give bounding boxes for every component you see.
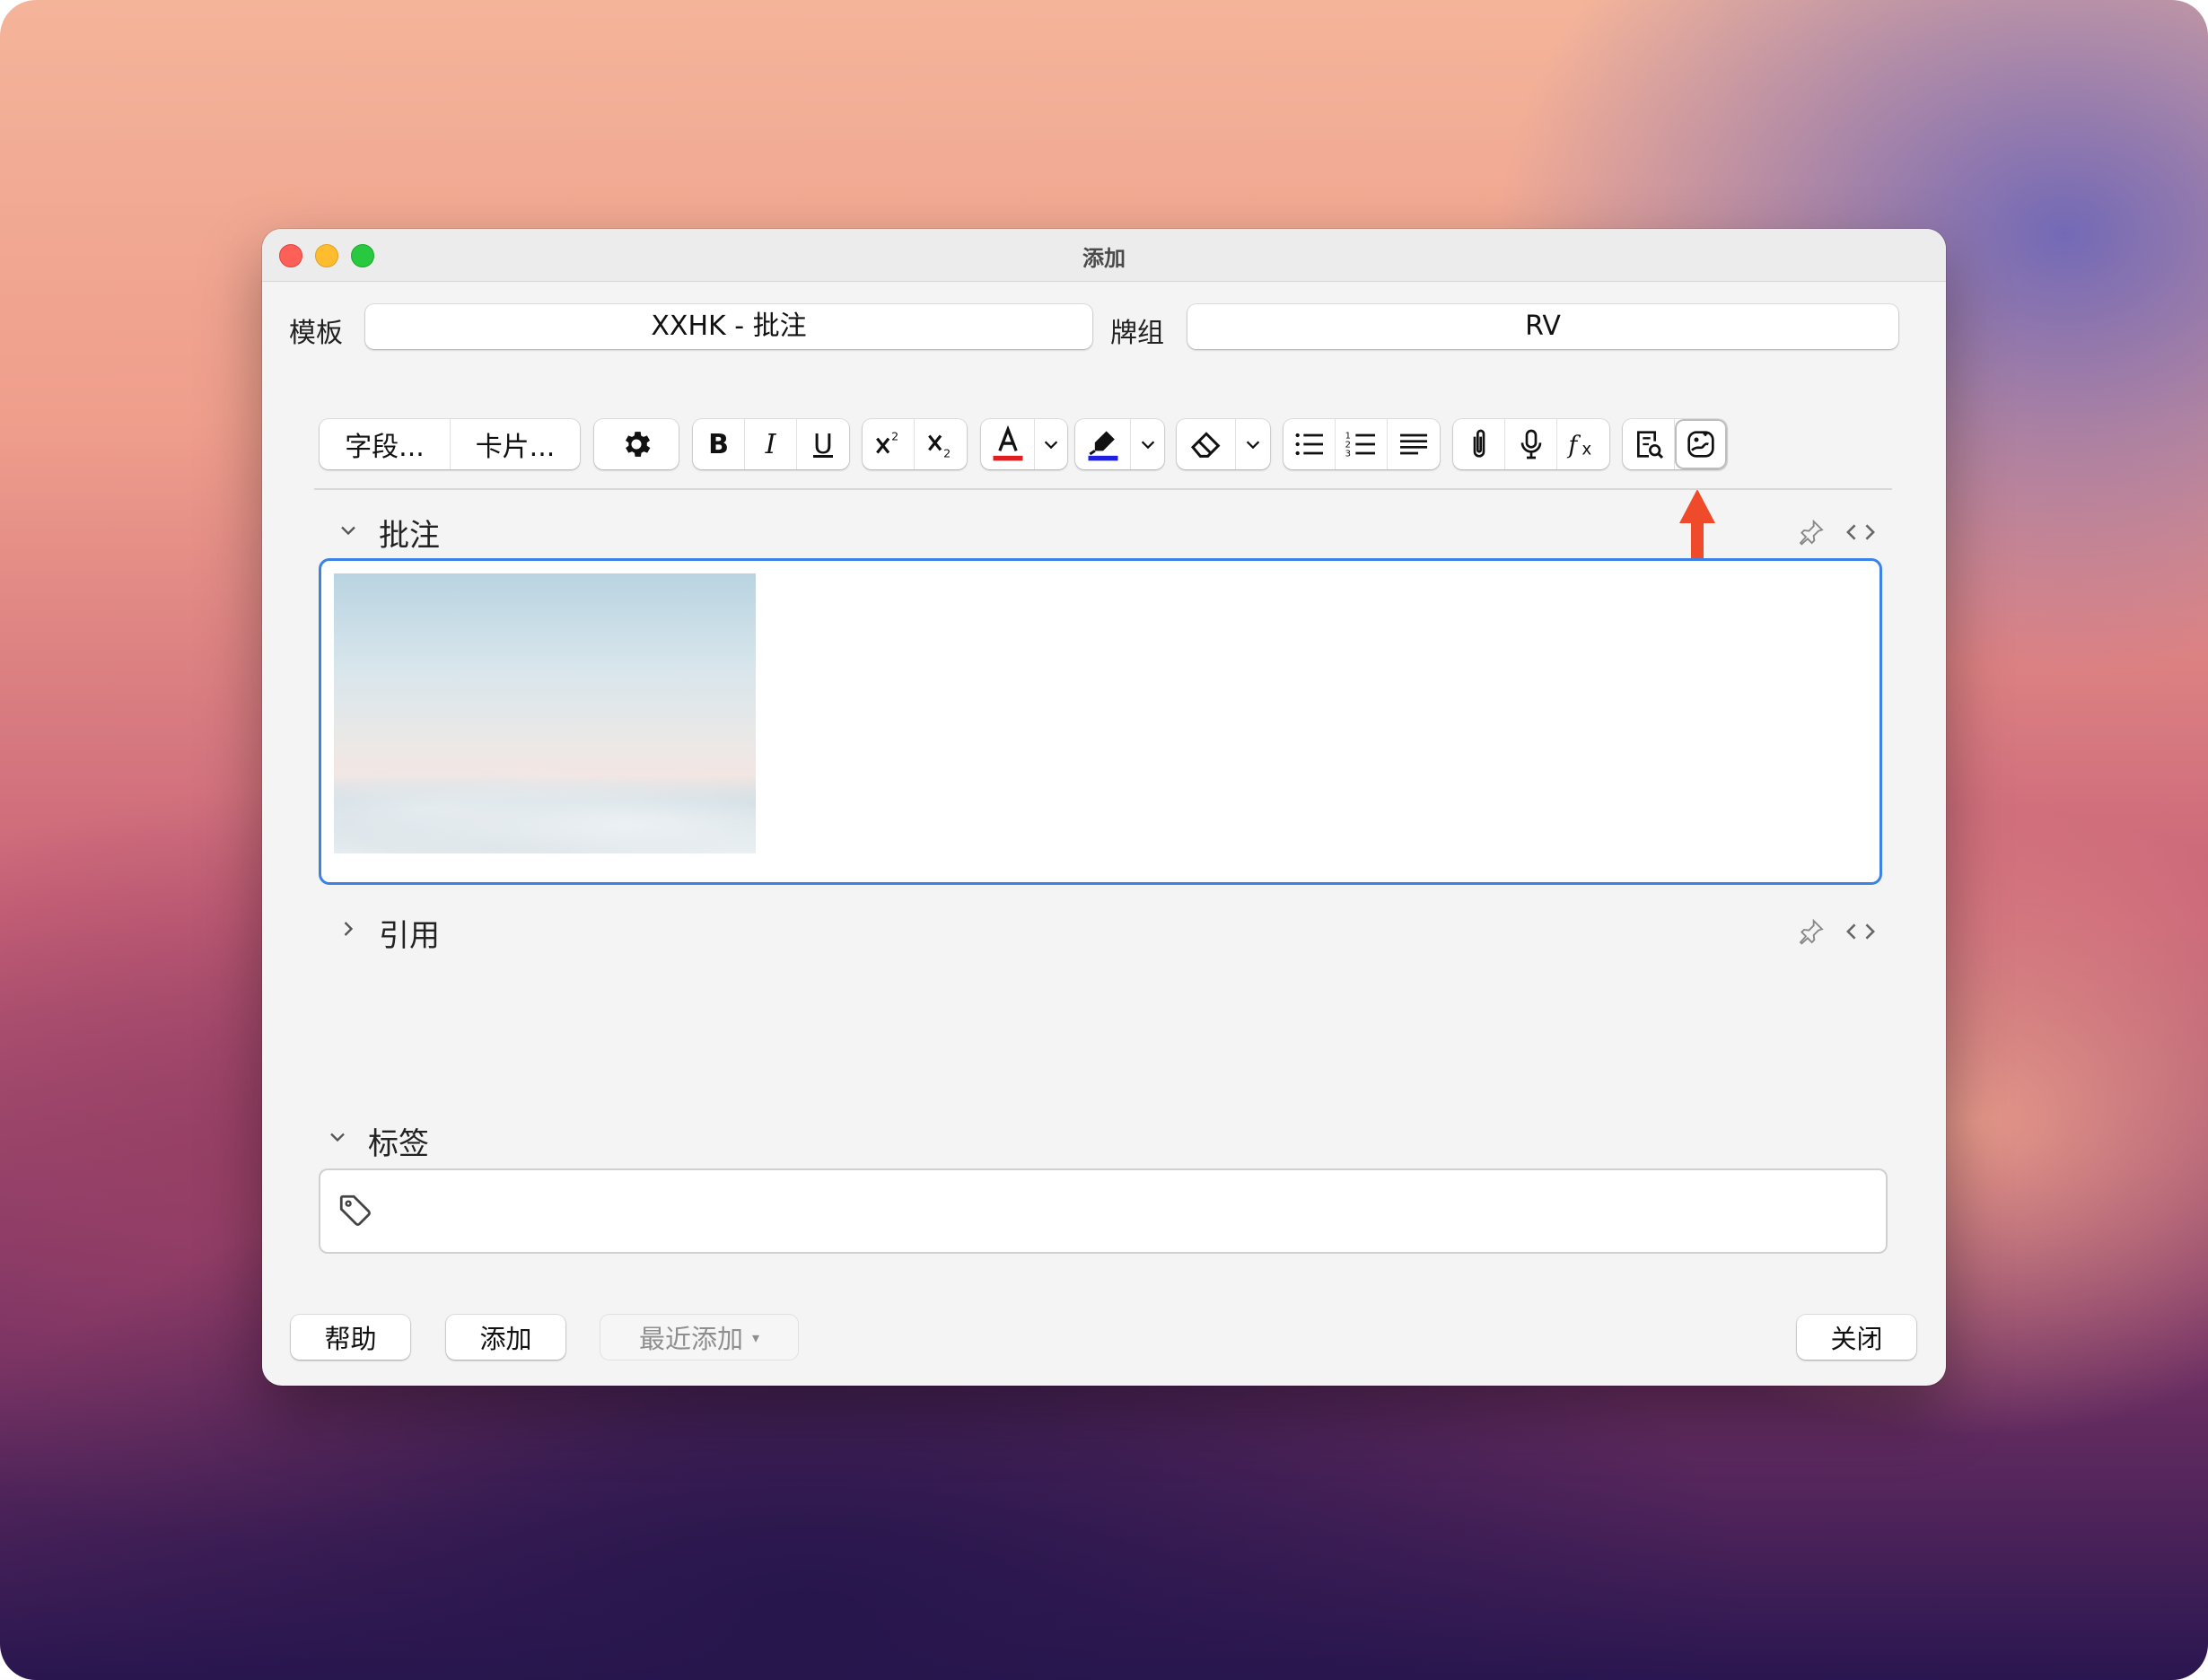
- paperclip-icon: [1473, 429, 1485, 458]
- window-title: 添加: [1082, 246, 1126, 271]
- html-preview-button[interactable]: [1623, 419, 1675, 469]
- clear-format-group: [1177, 419, 1270, 469]
- deck-selector[interactable]: RV: [1187, 304, 1898, 349]
- image-occlusion-button[interactable]: [1675, 419, 1727, 469]
- bullet-list-icon: [1295, 433, 1323, 456]
- field-collapse-chevron-icon[interactable]: [336, 518, 361, 543]
- subscript-icon: 2: [928, 434, 951, 459]
- tag-icon: [339, 1194, 371, 1226]
- history-label: 最近添加: [638, 1324, 743, 1354]
- attach-button[interactable]: [1453, 419, 1505, 469]
- fields-button[interactable]: 字段...: [320, 419, 451, 469]
- highlight-dropdown[interactable]: [1131, 419, 1164, 469]
- close-button[interactable]: 关闭: [1797, 1315, 1916, 1360]
- subscript-button[interactable]: 2: [915, 419, 967, 469]
- text-style-group: B I U: [693, 419, 849, 469]
- superscript-button[interactable]: 2: [863, 419, 915, 469]
- clear-formatting-button[interactable]: [1177, 419, 1236, 469]
- list-group: 1 2 3: [1284, 419, 1440, 469]
- microphone-icon: [1520, 429, 1541, 459]
- field-expand-chevron-icon[interactable]: [336, 916, 361, 941]
- fields-cards-group: 字段... 卡片...: [320, 419, 580, 469]
- text-color-icon: [993, 424, 1022, 461]
- cloud-image: [334, 573, 756, 853]
- gear-icon: [625, 432, 651, 457]
- record-audio-button[interactable]: [1505, 419, 1557, 469]
- field-label-annotation: 批注: [379, 518, 440, 554]
- settings-button[interactable]: [594, 419, 679, 469]
- history-button[interactable]: 最近添加 ▾: [600, 1315, 798, 1360]
- chevron-down-icon: [1141, 441, 1154, 450]
- html-editor-toggle-icon[interactable]: [1844, 917, 1877, 946]
- add-note-window: 添加 模板 XXHK - 批注 牌组 RV 字段... 卡片... B I U: [262, 229, 1946, 1386]
- image-occlusion-icon: [1687, 431, 1714, 458]
- alignment-button[interactable]: [1388, 419, 1440, 469]
- note-type-selector[interactable]: XXHK - 批注: [365, 304, 1092, 349]
- title-bar: 添加: [262, 229, 1946, 282]
- extra-group: [1623, 419, 1727, 469]
- superscript-icon: 2: [875, 429, 898, 454]
- tags-input[interactable]: [319, 1168, 1888, 1254]
- text-color-button[interactable]: [981, 419, 1035, 469]
- eraser-icon: [1190, 432, 1220, 458]
- highlighter-icon: [1088, 431, 1117, 461]
- script-group: 2 2: [863, 419, 967, 469]
- tags-label: 标签: [368, 1126, 429, 1162]
- pin-icon[interactable]: [1797, 917, 1826, 946]
- chevron-down-icon: [1044, 441, 1058, 450]
- html-editor-toggle-icon[interactable]: [1844, 518, 1877, 547]
- svg-text:x: x: [1582, 441, 1591, 459]
- pin-icon[interactable]: [1797, 518, 1826, 547]
- ordered-list-button[interactable]: 1 2 3: [1336, 419, 1388, 469]
- svg-text:2: 2: [943, 446, 951, 459]
- text-color-group: [981, 419, 1067, 469]
- svg-text:2: 2: [891, 429, 898, 442]
- settings-group: [594, 419, 679, 469]
- chevron-down-icon: [1246, 441, 1260, 450]
- field-editor-annotation[interactable]: [319, 558, 1882, 885]
- clear-format-dropdown[interactable]: [1236, 419, 1270, 469]
- numbered-list-icon: 1 2 3: [1345, 431, 1375, 459]
- align-left-icon: [1400, 433, 1427, 455]
- tags-collapse-chevron-icon[interactable]: [325, 1124, 350, 1150]
- field-label-citation: 引用: [379, 918, 440, 954]
- math-button[interactable]: f x: [1557, 419, 1609, 469]
- add-button[interactable]: 添加: [446, 1315, 565, 1360]
- cards-button[interactable]: 卡片...: [451, 419, 580, 469]
- document-search-icon: [1636, 431, 1663, 459]
- bold-button[interactable]: B: [693, 419, 745, 469]
- function-icon: f x: [1566, 432, 1591, 459]
- toolbar-divider: [314, 488, 1892, 490]
- highlight-group: [1075, 419, 1164, 469]
- media-group: f x: [1453, 419, 1609, 469]
- italic-button[interactable]: I: [745, 419, 797, 469]
- underline-button[interactable]: U: [797, 419, 849, 469]
- svg-text:3: 3: [1345, 449, 1350, 459]
- help-button[interactable]: 帮助: [291, 1315, 410, 1360]
- deck-label: 牌组: [1110, 318, 1164, 349]
- text-color-dropdown[interactable]: [1035, 419, 1067, 469]
- svg-text:f: f: [1566, 432, 1581, 459]
- highlight-button[interactable]: [1075, 419, 1131, 469]
- note-type-label: 模板: [289, 318, 343, 349]
- history-caret-icon: ▾: [751, 1328, 760, 1346]
- unordered-list-button[interactable]: [1284, 419, 1336, 469]
